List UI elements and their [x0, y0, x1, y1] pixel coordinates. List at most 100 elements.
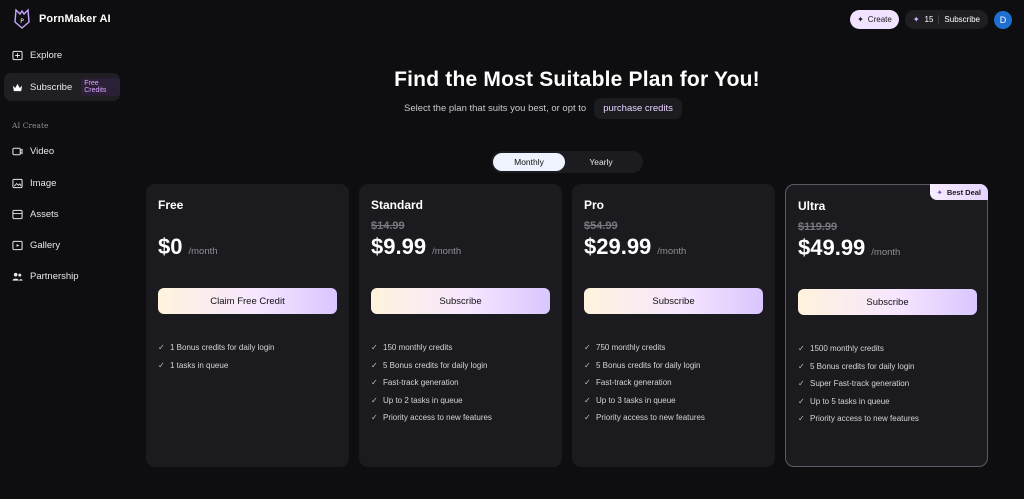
gallery-icon	[12, 240, 23, 250]
feature-list: ✓ 1500 monthly credits ✓ 5 Bonus credits f…	[798, 340, 919, 428]
feature-item: ✓ Priority access to new features	[798, 410, 919, 428]
logo-icon: P	[14, 8, 30, 29]
subscribe-button[interactable]: Subscribe	[798, 289, 977, 315]
subscribe-button[interactable]: Subscribe	[371, 288, 550, 314]
claim-free-credit-button[interactable]: Claim Free Credit	[158, 288, 337, 314]
svg-text:P: P	[20, 18, 24, 25]
feature-item: ✓ 5 Bonus credits for daily login	[371, 357, 492, 375]
sidebar-item-video[interactable]: Video	[4, 137, 120, 165]
check-icon: ✓	[798, 344, 805, 354]
feature-list: ✓ 750 monthly credits ✓ 5 Bonus credits fo…	[584, 339, 705, 427]
subscribe-button[interactable]: Subscribe	[584, 288, 763, 314]
check-icon: ✓	[371, 343, 378, 353]
plan-period: /month	[432, 246, 462, 257]
plan-name: Standard	[371, 198, 424, 212]
plan-period: /month	[871, 247, 901, 258]
avatar[interactable]: D	[994, 10, 1012, 29]
check-icon: ✓	[584, 395, 591, 405]
sidebar-item-explore[interactable]: Explore	[4, 41, 120, 69]
feature-item: ✓ 150 monthly credits	[371, 339, 492, 357]
feature-text: 750 monthly credits	[596, 343, 666, 353]
plan-card-pro: Pro $54.99 $29.99 /month Subscribe ✓ 750 …	[572, 184, 775, 467]
sidebar-item-gallery[interactable]: Gallery	[4, 231, 120, 259]
feature-item: ✓ 1500 monthly credits	[798, 340, 919, 358]
feature-text: Up to 3 tasks in queue	[596, 395, 676, 405]
image-icon	[12, 178, 23, 188]
plan-price: $49.99	[798, 235, 866, 260]
people-icon	[12, 272, 23, 281]
sidebar-item-image[interactable]: Image	[4, 169, 120, 197]
plan-old-price: $14.99	[371, 220, 405, 232]
check-icon: ✓	[371, 378, 378, 388]
plan-price: $9.99	[371, 234, 427, 259]
feature-text: 5 Bonus credits for daily login	[810, 361, 915, 371]
credits-pill[interactable]: ✦ 15 Subscribe	[904, 10, 988, 29]
feature-item: ✓ Up to 3 tasks in queue	[584, 392, 705, 410]
feature-text: Up to 2 tasks in queue	[383, 395, 463, 405]
feature-text: 150 monthly credits	[383, 343, 453, 353]
best-deal-label: Best Deal	[946, 187, 981, 197]
check-icon: ✓	[371, 395, 378, 405]
plan-card-ultra: ✦ Best Deal Ultra $119.99 $49.99 /month …	[785, 184, 988, 467]
app-name: PornMaker AI	[39, 13, 111, 25]
billing-toggle: Monthly Yearly	[491, 151, 643, 173]
sparkle-icon: ✦	[912, 15, 920, 24]
feature-item: ✓ Up to 2 tasks in queue	[371, 392, 492, 410]
check-icon: ✓	[584, 343, 591, 353]
page-subtitle: Select the plan that suits you best, or …	[404, 98, 682, 119]
check-icon: ✓	[798, 379, 805, 389]
toggle-yearly[interactable]: Yearly	[565, 153, 637, 171]
subtitle-text: Select the plan that suits you best, or …	[404, 103, 587, 114]
check-icon: ✓	[158, 360, 165, 370]
subscribe-link[interactable]: Subscribe	[944, 15, 980, 24]
purchase-credits-link[interactable]: purchase credits	[594, 98, 682, 119]
plan-name: Free	[158, 198, 184, 212]
check-icon: ✓	[584, 413, 591, 423]
toggle-monthly[interactable]: Monthly	[493, 153, 565, 171]
feature-text: Priority access to new features	[383, 413, 492, 423]
feature-text: 5 Bonus credits for daily login	[383, 360, 488, 370]
sidebar-item-label: Image	[30, 177, 57, 189]
feature-text: Fast-track generation	[596, 378, 672, 388]
feature-list: ✓ 150 monthly credits ✓ 5 Bonus credits fo…	[371, 339, 492, 427]
plan-price: $0	[158, 234, 183, 259]
feature-item: ✓ Fast-track generation	[371, 374, 492, 392]
feature-item: ✓ 5 Bonus credits for daily login	[584, 357, 705, 375]
sidebar-item-label: Partnership	[30, 270, 79, 282]
price-row: $0 /month	[158, 234, 218, 260]
feature-text: 5 Bonus credits for daily login	[596, 360, 701, 370]
video-icon	[12, 147, 23, 155]
best-deal-badge: ✦ Best Deal	[929, 184, 988, 200]
feature-text: 1500 monthly credits	[810, 344, 884, 354]
price-row: $9.99 /month	[371, 234, 461, 260]
compass-icon	[12, 50, 23, 60]
logo[interactable]: P PornMaker AI	[13, 8, 111, 30]
plan-card-standard: Standard $14.99 $9.99 /month Subscribe ✓…	[359, 184, 562, 467]
create-button[interactable]: ✦ Create	[850, 10, 899, 29]
check-icon: ✓	[371, 413, 378, 423]
check-icon: ✓	[158, 343, 165, 353]
plan-period: /month	[657, 246, 687, 257]
plan-old-price: $54.99	[584, 220, 618, 232]
sidebar-item-partnership[interactable]: Partnership	[4, 262, 120, 290]
feature-text: Up to 5 tasks in queue	[810, 396, 890, 406]
feature-item: ✓ 750 monthly credits	[584, 339, 705, 357]
divider	[938, 15, 940, 24]
credit-count: 15	[924, 15, 934, 24]
create-label: Create	[867, 15, 892, 24]
sidebar-item-label: Gallery	[30, 239, 61, 251]
feature-text: Priority access to new features	[596, 413, 705, 423]
sidebar-item-label: Assets	[30, 208, 59, 220]
feature-item: ✓ 5 Bonus credits for daily login	[798, 358, 919, 376]
plan-name: Pro	[584, 198, 605, 212]
feature-text: Super Fast-track generation	[810, 379, 910, 389]
plan-price: $29.99	[584, 234, 652, 259]
sidebar-item-label: Explore	[30, 49, 63, 61]
feature-item: ✓ Fast-track generation	[584, 374, 705, 392]
sidebar-item-assets[interactable]: Assets	[4, 200, 120, 228]
page-title: Find the Most Suitable Plan for You!	[394, 68, 760, 91]
feature-item: ✓ Priority access to new features	[371, 409, 492, 427]
check-icon: ✓	[798, 414, 805, 424]
plan-name: Ultra	[798, 199, 826, 213]
feature-item: ✓ Super Fast-track generation	[798, 375, 919, 393]
